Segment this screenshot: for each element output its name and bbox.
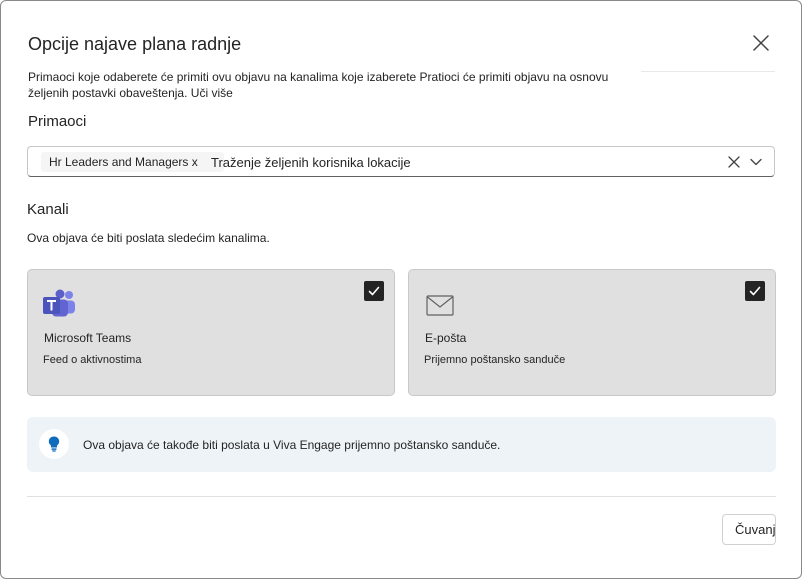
announcement-options-dialog: Opcije najave plana radnje Primaoci koje… bbox=[0, 0, 802, 579]
channel-subtitle: Prijemno poštansko sanduče bbox=[424, 354, 566, 366]
dialog-intro: Primaoci koje odaberete će primiti ovu o… bbox=[28, 69, 638, 101]
recipients-label: Primaoci bbox=[28, 113, 87, 130]
learn-more-link[interactable]: Uči više bbox=[191, 86, 233, 100]
channels-description: Ova objava će biti poslata sledećim kana… bbox=[27, 231, 270, 245]
lightbulb-icon bbox=[48, 436, 60, 452]
channel-card-email[interactable]: E-pošta Prijemno poštansko sanduče bbox=[408, 269, 776, 396]
channel-name: E-pošta bbox=[425, 331, 467, 345]
save-button[interactable]: Čuvanje bbox=[722, 514, 776, 545]
recipients-search-input[interactable] bbox=[211, 151, 711, 173]
channel-name: Microsoft Teams bbox=[44, 331, 132, 345]
clear-icon[interactable] bbox=[726, 154, 742, 170]
channel-card-teams[interactable]: Microsoft Teams Feed o aktivnostima bbox=[27, 269, 395, 396]
chevron-down-icon[interactable] bbox=[749, 155, 763, 169]
teams-icon bbox=[43, 289, 75, 317]
viva-engage-info: Ova objava će takođe biti poslata u Viva… bbox=[27, 417, 776, 472]
recipients-picker[interactable]: Hr Leaders and Managers x bbox=[27, 146, 775, 177]
mail-icon bbox=[426, 295, 454, 316]
info-text: Ova objava će takođe biti poslata u Viva… bbox=[83, 438, 501, 452]
header-divider bbox=[641, 71, 775, 72]
checkbox-checked[interactable] bbox=[745, 281, 765, 301]
intro-text: Primaoci koje odaberete će primiti ovu o… bbox=[28, 70, 609, 100]
lightbulb-badge bbox=[39, 429, 69, 459]
checkbox-checked[interactable] bbox=[364, 281, 384, 301]
channels-label: Kanali bbox=[27, 201, 69, 218]
footer-divider bbox=[27, 496, 776, 497]
close-button[interactable] bbox=[749, 31, 773, 55]
dialog-title: Opcije najave plana radnje bbox=[28, 34, 242, 54]
recipient-chip[interactable]: Hr Leaders and Managers x bbox=[41, 152, 224, 172]
checkmark-icon bbox=[749, 286, 761, 296]
channel-subtitle: Feed o aktivnostima bbox=[43, 354, 142, 366]
checkmark-icon bbox=[368, 286, 380, 296]
close-icon bbox=[753, 35, 769, 51]
